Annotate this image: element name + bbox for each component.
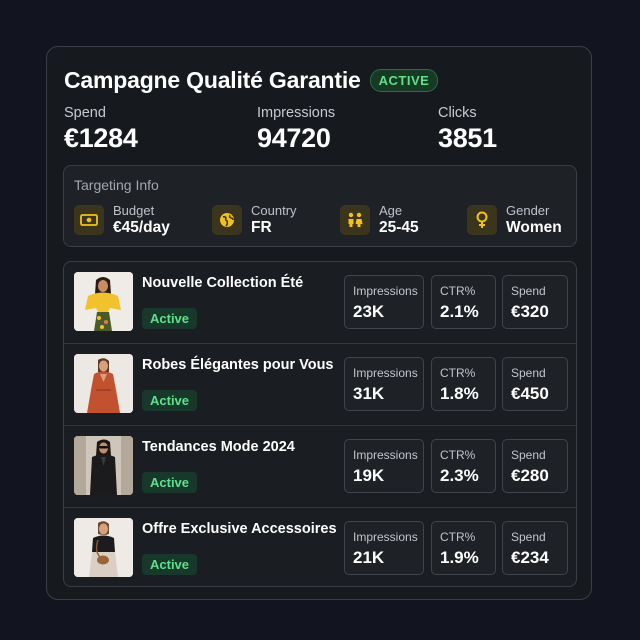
ad-list: Nouvelle Collection Été Active Impressio… (63, 261, 577, 587)
targeting-budget: Budget €45/day (74, 203, 170, 237)
campaign-status-badge: ACTIVE (369, 69, 439, 92)
metric-label: Spend (511, 284, 546, 298)
metric-value: 2.1% (440, 302, 479, 321)
metric-label: Impressions (353, 366, 418, 380)
targeting-value: FR (251, 219, 272, 236)
stat-value: 3851 (438, 123, 497, 153)
metric-impressions: Impressions 31K (344, 357, 424, 411)
metric-label: Spend (511, 366, 546, 380)
targeting-gender: Gender Women (467, 203, 562, 237)
targeting-country: Country FR (212, 203, 297, 237)
stat-impressions: Impressions 94720 (257, 105, 335, 154)
ad-name[interactable]: Nouvelle Collection Été (142, 275, 303, 291)
ad-row[interactable]: Nouvelle Collection Été Active Impressio… (64, 262, 576, 344)
ad-status-badge: Active (142, 390, 198, 411)
metric-spend: Spend €234 (502, 521, 568, 575)
ad-status-badge: Active (142, 308, 198, 329)
targeting-value: 25-45 (379, 219, 419, 236)
ad-thumbnail-image (74, 272, 133, 331)
metric-ctr: CTR% 1.8% (431, 357, 496, 411)
targeting-value: Women (506, 219, 562, 236)
targeting-title: Targeting Info (74, 177, 159, 193)
metric-label: CTR% (440, 366, 476, 380)
metric-value: €450 (511, 384, 549, 403)
targeting-label: Age (379, 203, 403, 218)
metric-ctr: CTR% 2.1% (431, 275, 496, 329)
metric-label: Impressions (353, 448, 418, 462)
targeting-value: €45/day (113, 219, 170, 236)
metric-impressions: Impressions 19K (344, 439, 424, 493)
people-icon (340, 205, 370, 235)
ad-thumbnail-image (74, 354, 133, 413)
targeting-age: Age 25-45 (340, 203, 419, 237)
metric-spend: Spend €280 (502, 439, 568, 493)
metric-impressions: Impressions 23K (344, 275, 424, 329)
ad-row[interactable]: Offre Exclusive Accessoires Active Impre… (64, 508, 576, 586)
stat-label: Clicks (438, 105, 477, 121)
metric-impressions: Impressions 21K (344, 521, 424, 575)
ad-row[interactable]: Tendances Mode 2024 Active Impressions 1… (64, 426, 576, 508)
campaign-header: Campagne Qualité Garantie ACTIVE (64, 67, 439, 94)
targeting-info-panel: Targeting Info Budget €45/day Country FR (63, 165, 577, 247)
metric-spend: Spend €450 (502, 357, 568, 411)
targeting-label: Budget (113, 203, 155, 218)
stat-label: Spend (64, 105, 106, 121)
metric-value: 23K (353, 302, 385, 321)
ad-thumbnail-image (74, 518, 133, 577)
metric-label: Impressions (353, 284, 418, 298)
ad-status-badge: Active (142, 472, 198, 493)
metric-label: CTR% (440, 530, 476, 544)
metric-label: Spend (511, 448, 546, 462)
metric-ctr: CTR% 2.3% (431, 439, 496, 493)
ad-status-badge: Active (142, 554, 198, 575)
metric-value: 21K (353, 548, 385, 567)
metric-value: €280 (511, 466, 549, 485)
metric-value: €234 (511, 548, 549, 567)
metric-value: €320 (511, 302, 549, 321)
globe-icon (212, 205, 242, 235)
metric-label: CTR% (440, 448, 476, 462)
female-icon (467, 205, 497, 235)
targeting-label: Gender (506, 203, 550, 218)
ad-name[interactable]: Robes Élégantes pour Vous (142, 357, 334, 373)
metric-spend: Spend €320 (502, 275, 568, 329)
metric-value: 19K (353, 466, 385, 485)
stat-clicks: Clicks 3851 (438, 105, 497, 154)
metric-ctr: CTR% 1.9% (431, 521, 496, 575)
metric-label: CTR% (440, 284, 476, 298)
stat-spend: Spend €1284 (64, 105, 138, 154)
stat-value: 94720 (257, 123, 331, 153)
campaign-card: Campagne Qualité Garantie ACTIVE Spend €… (46, 46, 592, 600)
metric-label: Impressions (353, 530, 418, 544)
ad-name[interactable]: Tendances Mode 2024 (142, 439, 295, 455)
ad-row[interactable]: Robes Élégantes pour Vous Active Impress… (64, 344, 576, 426)
money-icon (74, 205, 104, 235)
stat-value: €1284 (64, 123, 138, 153)
metric-value: 31K (353, 384, 385, 403)
metric-value: 1.9% (440, 548, 479, 567)
ad-thumbnail-image (74, 436, 133, 495)
metric-label: Spend (511, 530, 546, 544)
campaign-title: Campagne Qualité Garantie (64, 67, 361, 93)
ad-name[interactable]: Offre Exclusive Accessoires (142, 521, 337, 537)
stat-label: Impressions (257, 105, 336, 121)
metric-value: 1.8% (440, 384, 479, 403)
metric-value: 2.3% (440, 466, 479, 485)
targeting-label: Country (251, 203, 297, 218)
